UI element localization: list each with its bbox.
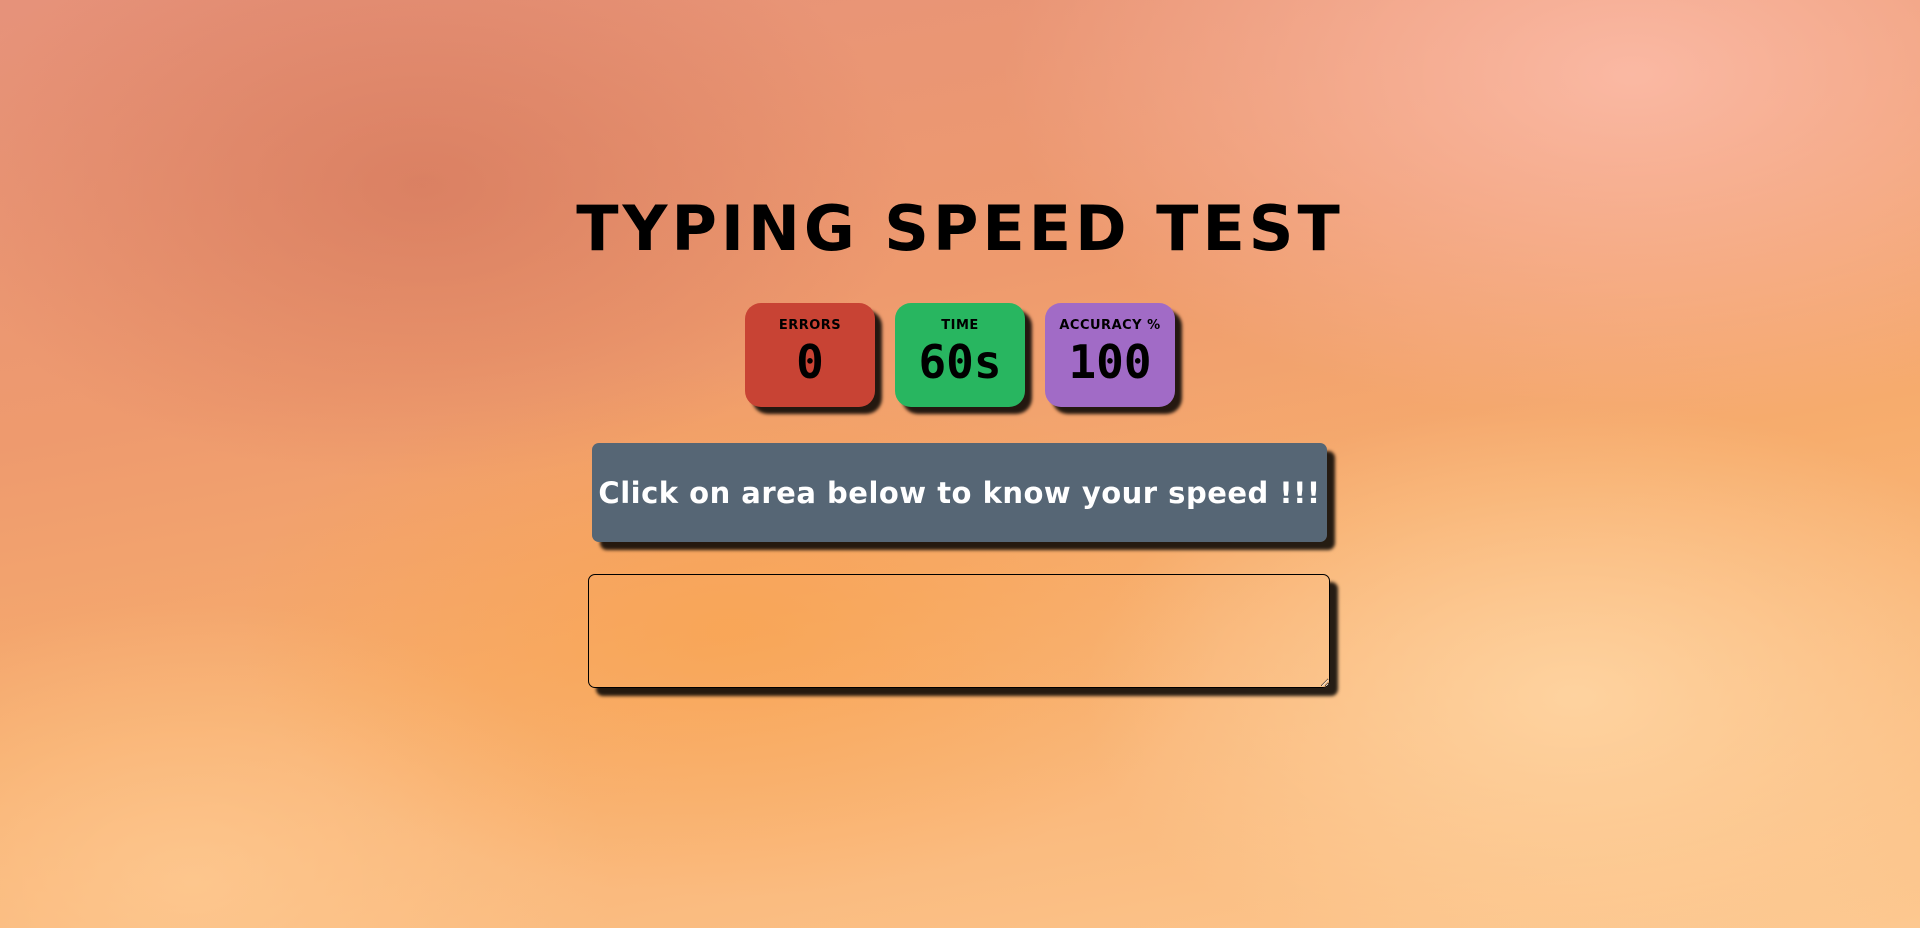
typing-input[interactable] bbox=[588, 574, 1330, 688]
stats-panel: ERRORS 0 TIME 60s ACCURACY % 100 bbox=[745, 303, 1175, 407]
page-title: TYPING SPEED TEST bbox=[576, 192, 1344, 265]
quote-display: Click on area below to know your speed !… bbox=[592, 443, 1327, 542]
errors-card: ERRORS 0 bbox=[745, 303, 875, 407]
accuracy-card: ACCURACY % 100 bbox=[1045, 303, 1175, 407]
time-label: TIME bbox=[941, 318, 979, 333]
time-card: TIME 60s bbox=[895, 303, 1025, 407]
quote-text: Click on area below to know your speed !… bbox=[598, 475, 1321, 510]
time-value: 60s bbox=[918, 335, 1002, 389]
errors-value: 0 bbox=[796, 335, 824, 389]
accuracy-label: ACCURACY % bbox=[1059, 318, 1161, 333]
accuracy-value: 100 bbox=[1068, 335, 1152, 389]
errors-label: ERRORS bbox=[778, 318, 842, 333]
